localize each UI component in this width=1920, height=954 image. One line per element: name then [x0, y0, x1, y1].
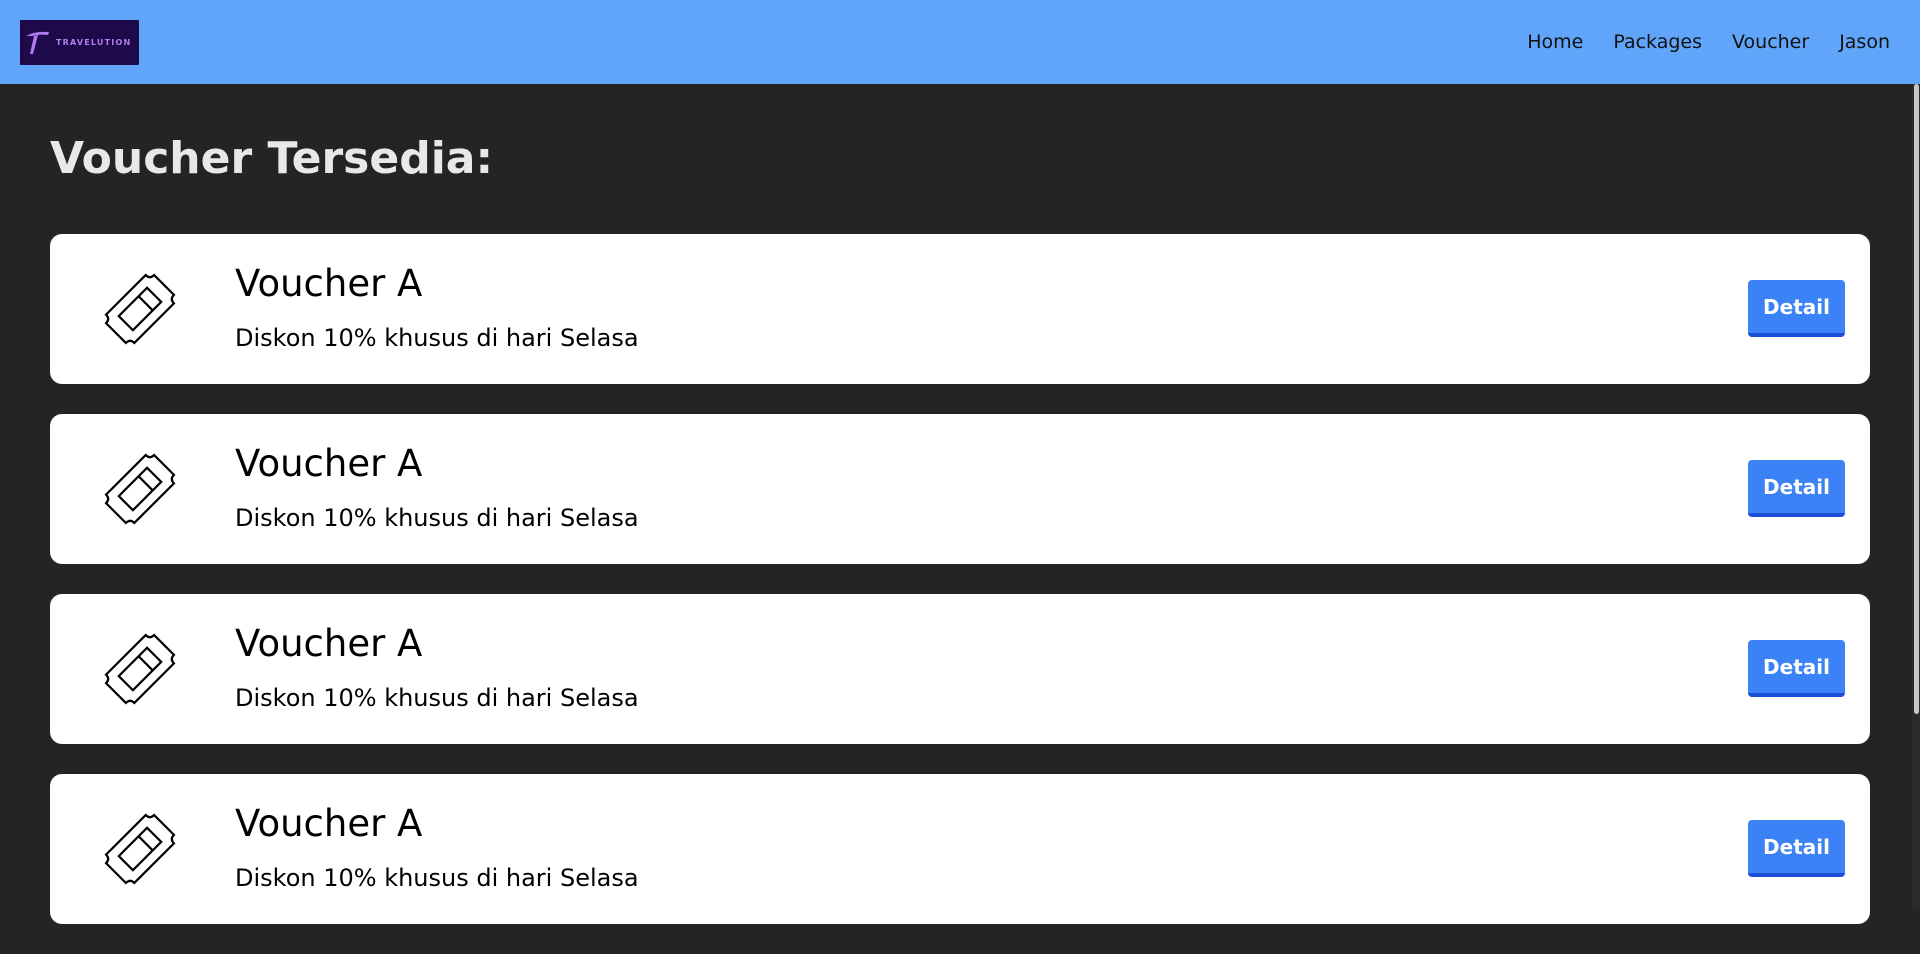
- voucher-title: Voucher A: [235, 802, 423, 845]
- detail-button[interactable]: Detail: [1748, 820, 1845, 877]
- logo-mark-icon: [26, 31, 49, 54]
- travelution-logo[interactable]: TRAVELUTION: [20, 19, 139, 65]
- nav-links: Home Packages Voucher Jason: [1527, 31, 1890, 53]
- voucher-text: Voucher A Diskon 10% khusus di hari Sela…: [235, 442, 639, 532]
- ticket-icon: [104, 453, 176, 525]
- voucher-description: Diskon 10% khusus di hari Selasa: [235, 684, 639, 712]
- voucher-text: Voucher A Diskon 10% khusus di hari Sela…: [235, 802, 639, 892]
- voucher-list: Voucher A Diskon 10% khusus di hari Sela…: [50, 234, 1870, 954]
- navbar: TRAVELUTION Home Packages Voucher Jason: [0, 0, 1920, 84]
- voucher-title: Voucher A: [235, 262, 423, 305]
- voucher-description: Diskon 10% khusus di hari Selasa: [235, 864, 639, 892]
- detail-button[interactable]: Detail: [1748, 280, 1845, 337]
- nav-packages-link[interactable]: Packages: [1613, 31, 1702, 53]
- ticket-icon: [104, 813, 176, 885]
- page-title: Voucher Tersedia:: [50, 133, 494, 184]
- voucher-title: Voucher A: [235, 442, 423, 485]
- voucher-text: Voucher A Diskon 10% khusus di hari Sela…: [235, 262, 639, 352]
- voucher-card: Voucher A Diskon 10% khusus di hari Sela…: [50, 414, 1870, 564]
- voucher-title: Voucher A: [235, 622, 423, 665]
- ticket-icon: [104, 273, 176, 345]
- scrollbar[interactable]: [1912, 84, 1920, 911]
- nav-home-link[interactable]: Home: [1527, 31, 1583, 53]
- nav-user-link[interactable]: Jason: [1839, 31, 1890, 53]
- voucher-card: Voucher A Diskon 10% khusus di hari Sela…: [50, 774, 1870, 924]
- detail-button[interactable]: Detail: [1748, 640, 1845, 697]
- voucher-card: Voucher A Diskon 10% khusus di hari Sela…: [50, 594, 1870, 744]
- voucher-description: Diskon 10% khusus di hari Selasa: [235, 504, 639, 532]
- nav-voucher-link[interactable]: Voucher: [1732, 31, 1809, 53]
- voucher-text: Voucher A Diskon 10% khusus di hari Sela…: [235, 622, 639, 712]
- ticket-icon: [104, 633, 176, 705]
- detail-button[interactable]: Detail: [1748, 460, 1845, 517]
- voucher-card: Voucher A Diskon 10% khusus di hari Sela…: [50, 234, 1870, 384]
- scrollbar-thumb[interactable]: [1914, 84, 1919, 714]
- logo-text: TRAVELUTION: [56, 37, 132, 47]
- voucher-description: Diskon 10% khusus di hari Selasa: [235, 324, 639, 352]
